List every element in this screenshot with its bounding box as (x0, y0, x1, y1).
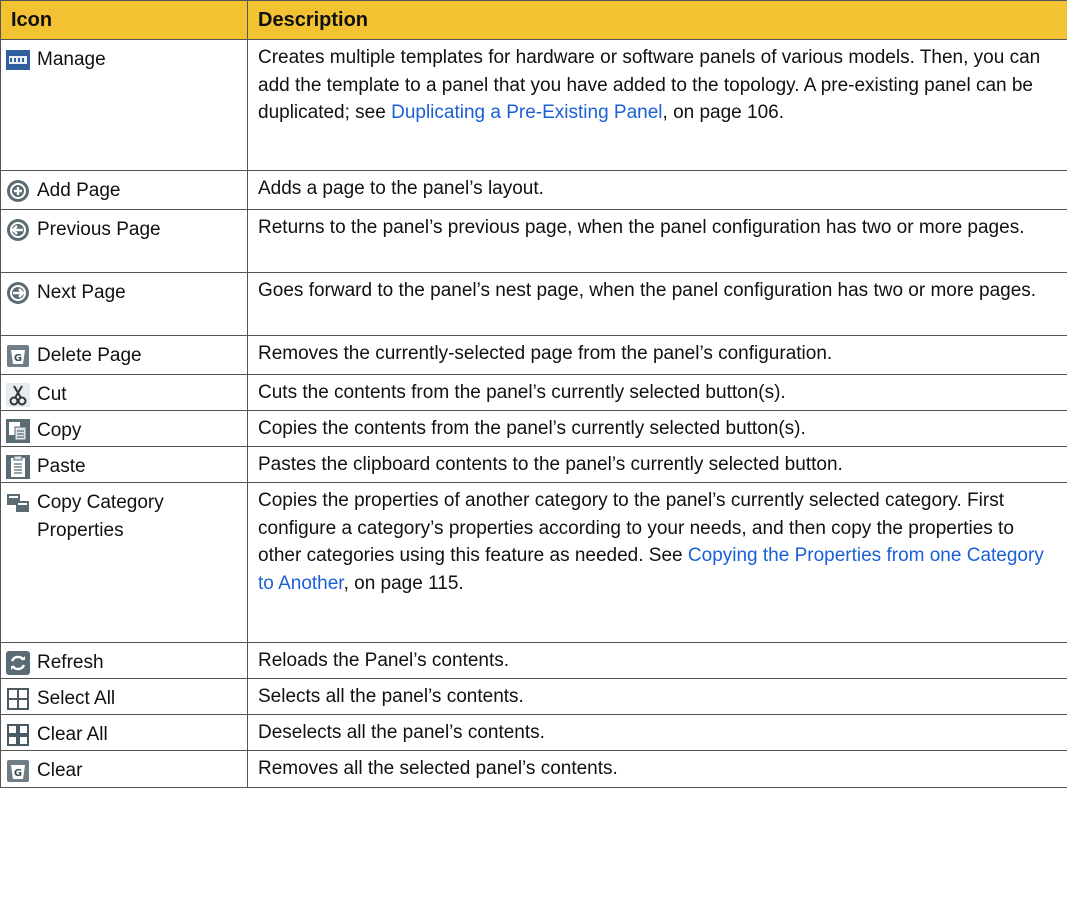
icon-label: Clear (37, 760, 83, 781)
icon-label: Cut (37, 384, 67, 405)
table-row: Cut Cuts the contents from the panel’s c… (0, 374, 1067, 411)
table-row: G Clear Removes all the selected panel’s… (0, 750, 1067, 788)
icon-label: Paste (37, 456, 86, 477)
icon-label: Add Page (37, 180, 121, 201)
table-row: Paste Pastes the clipboard contents to t… (0, 446, 1067, 483)
icon-label: Clear All (37, 724, 108, 745)
description-text: Selects all the panel’s contents. (247, 678, 1067, 715)
table-row: Copy Category Properties Copies the prop… (0, 482, 1067, 643)
icon-label: Copy (37, 420, 82, 441)
next-page-icon (5, 280, 31, 306)
delete-page-icon: G (5, 343, 31, 369)
icon-description-table: Icon Description Manage Creates multiple… (0, 0, 1067, 788)
table-row: Clear All Deselects all the panel’s cont… (0, 714, 1067, 751)
description-column-header: Description (247, 0, 1067, 40)
table-row: Copy Copies the contents from the panel’… (0, 410, 1067, 447)
clear-icon: G (5, 758, 31, 784)
description-text: Pastes the clipboard contents to the pan… (247, 446, 1067, 483)
description-text: Goes forward to the panel’s nest page, w… (247, 272, 1067, 336)
icon-label: Select All (37, 688, 116, 709)
svg-text:G: G (14, 353, 22, 364)
add-page-icon (5, 178, 31, 204)
description-text: Adds a page to the panel’s layout. (247, 170, 1067, 210)
description-text: Copies the contents from the panel’s cur… (247, 410, 1067, 447)
refresh-icon (5, 650, 31, 676)
copy-icon (5, 418, 31, 444)
table-row: Refresh Reloads the Panel’s contents. (0, 642, 1067, 679)
duplicating-panel-link[interactable]: Duplicating a Pre-Existing Panel (391, 102, 662, 123)
previous-page-icon (5, 217, 31, 243)
icon-label: Next Page (37, 282, 126, 303)
table-header-row: Icon Description (0, 0, 1067, 40)
description-text: Cuts the contents from the panel’s curre… (247, 374, 1067, 411)
icon-label: Delete Page (37, 345, 142, 366)
icon-column-header: Icon (0, 0, 248, 40)
description-text: Reloads the Panel’s contents. (247, 642, 1067, 679)
table-row: Next Page Goes forward to the panel’s ne… (0, 272, 1067, 336)
table-row: Add Page Adds a page to the panel’s layo… (0, 170, 1067, 210)
clear-all-icon (5, 722, 31, 748)
page-reference: , on page 115. (343, 572, 464, 594)
description-text: Removes all the selected panel’s content… (247, 750, 1067, 788)
select-all-icon (5, 686, 31, 712)
cut-icon (5, 382, 31, 408)
icon-label: Refresh (37, 652, 104, 673)
table-row: Select All Selects all the panel’s conte… (0, 678, 1067, 715)
copy-category-properties-icon (5, 490, 31, 516)
paste-icon (5, 454, 31, 480)
svg-text:G: G (14, 768, 22, 779)
description-text: Returns to the panel’s previous page, wh… (247, 209, 1067, 273)
page-reference: , on page 106. (662, 102, 785, 123)
table-row: Manage Creates multiple templates for ha… (0, 39, 1067, 171)
description-text: Deselects all the panel’s contents. (247, 714, 1067, 751)
table-row: Previous Page Returns to the panel’s pre… (0, 209, 1067, 273)
icon-label: Manage (37, 49, 106, 70)
table-row: G Delete Page Removes the currently-sele… (0, 335, 1067, 375)
icon-label: Copy Category Properties (37, 492, 164, 541)
manage-icon (5, 47, 31, 73)
icon-label: Previous Page (37, 219, 161, 240)
description-text: Removes the currently-selected page from… (247, 335, 1067, 375)
